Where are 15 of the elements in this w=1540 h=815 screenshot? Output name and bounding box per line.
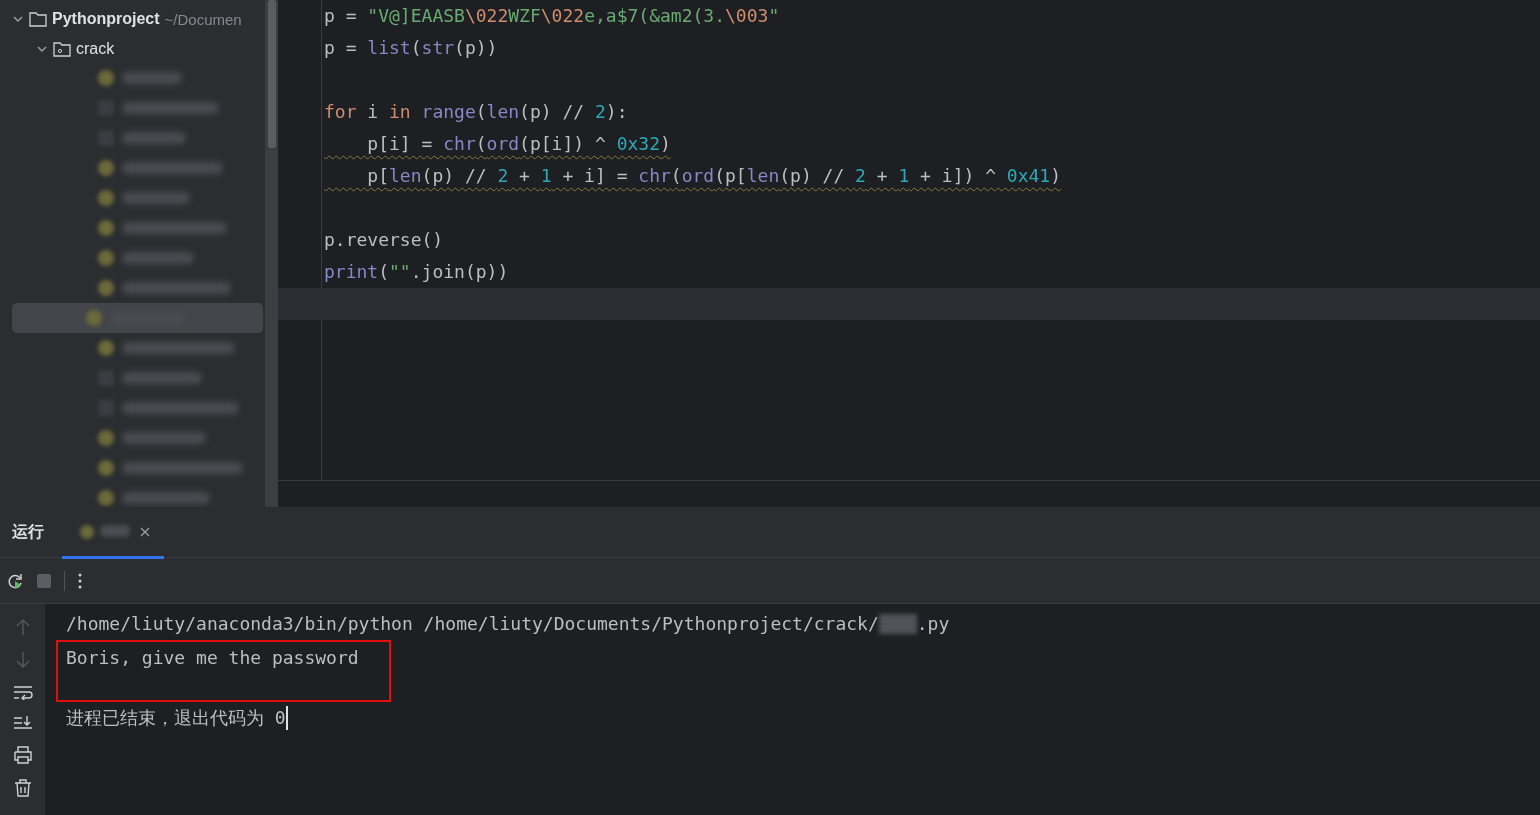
project-path: ~/Documen — [164, 10, 242, 28]
code-line: for i in range(len(p) // 2): — [323, 100, 629, 124]
code-line: p[len(p) // 2 + 1 + i] = chr(ord(p[len(p) // 2 + 1 + i]) ^ 0x41) — [366, 164, 1063, 188]
code-line: print("".join(p)) — [323, 260, 510, 284]
panel-title: 运行 — [11, 521, 45, 543]
code-line: p.reverse() — [323, 228, 445, 252]
folder-name[interactable]: crack — [76, 40, 115, 58]
project-name[interactable]: Pythonproject — [52, 10, 160, 28]
console-command: /home/liuty/anaconda3/bin/python /home/liuty/Documents/Pythonproject/crack/ — [66, 612, 879, 636]
code-line: p[i] = chr(ord(p[i]) ^ 0x32) — [366, 132, 672, 156]
code-line: p = list(str(p)) — [323, 36, 499, 60]
console-text: .py — [916, 612, 950, 636]
code-line: p = "V@]EAASB\022WZF\022e,a$7(&am2(3.\003" — [323, 4, 781, 28]
console-output: Boris, give me the password — [66, 647, 359, 668]
exit-message: 进程已结束，退出代码为 0 — [66, 706, 286, 730]
